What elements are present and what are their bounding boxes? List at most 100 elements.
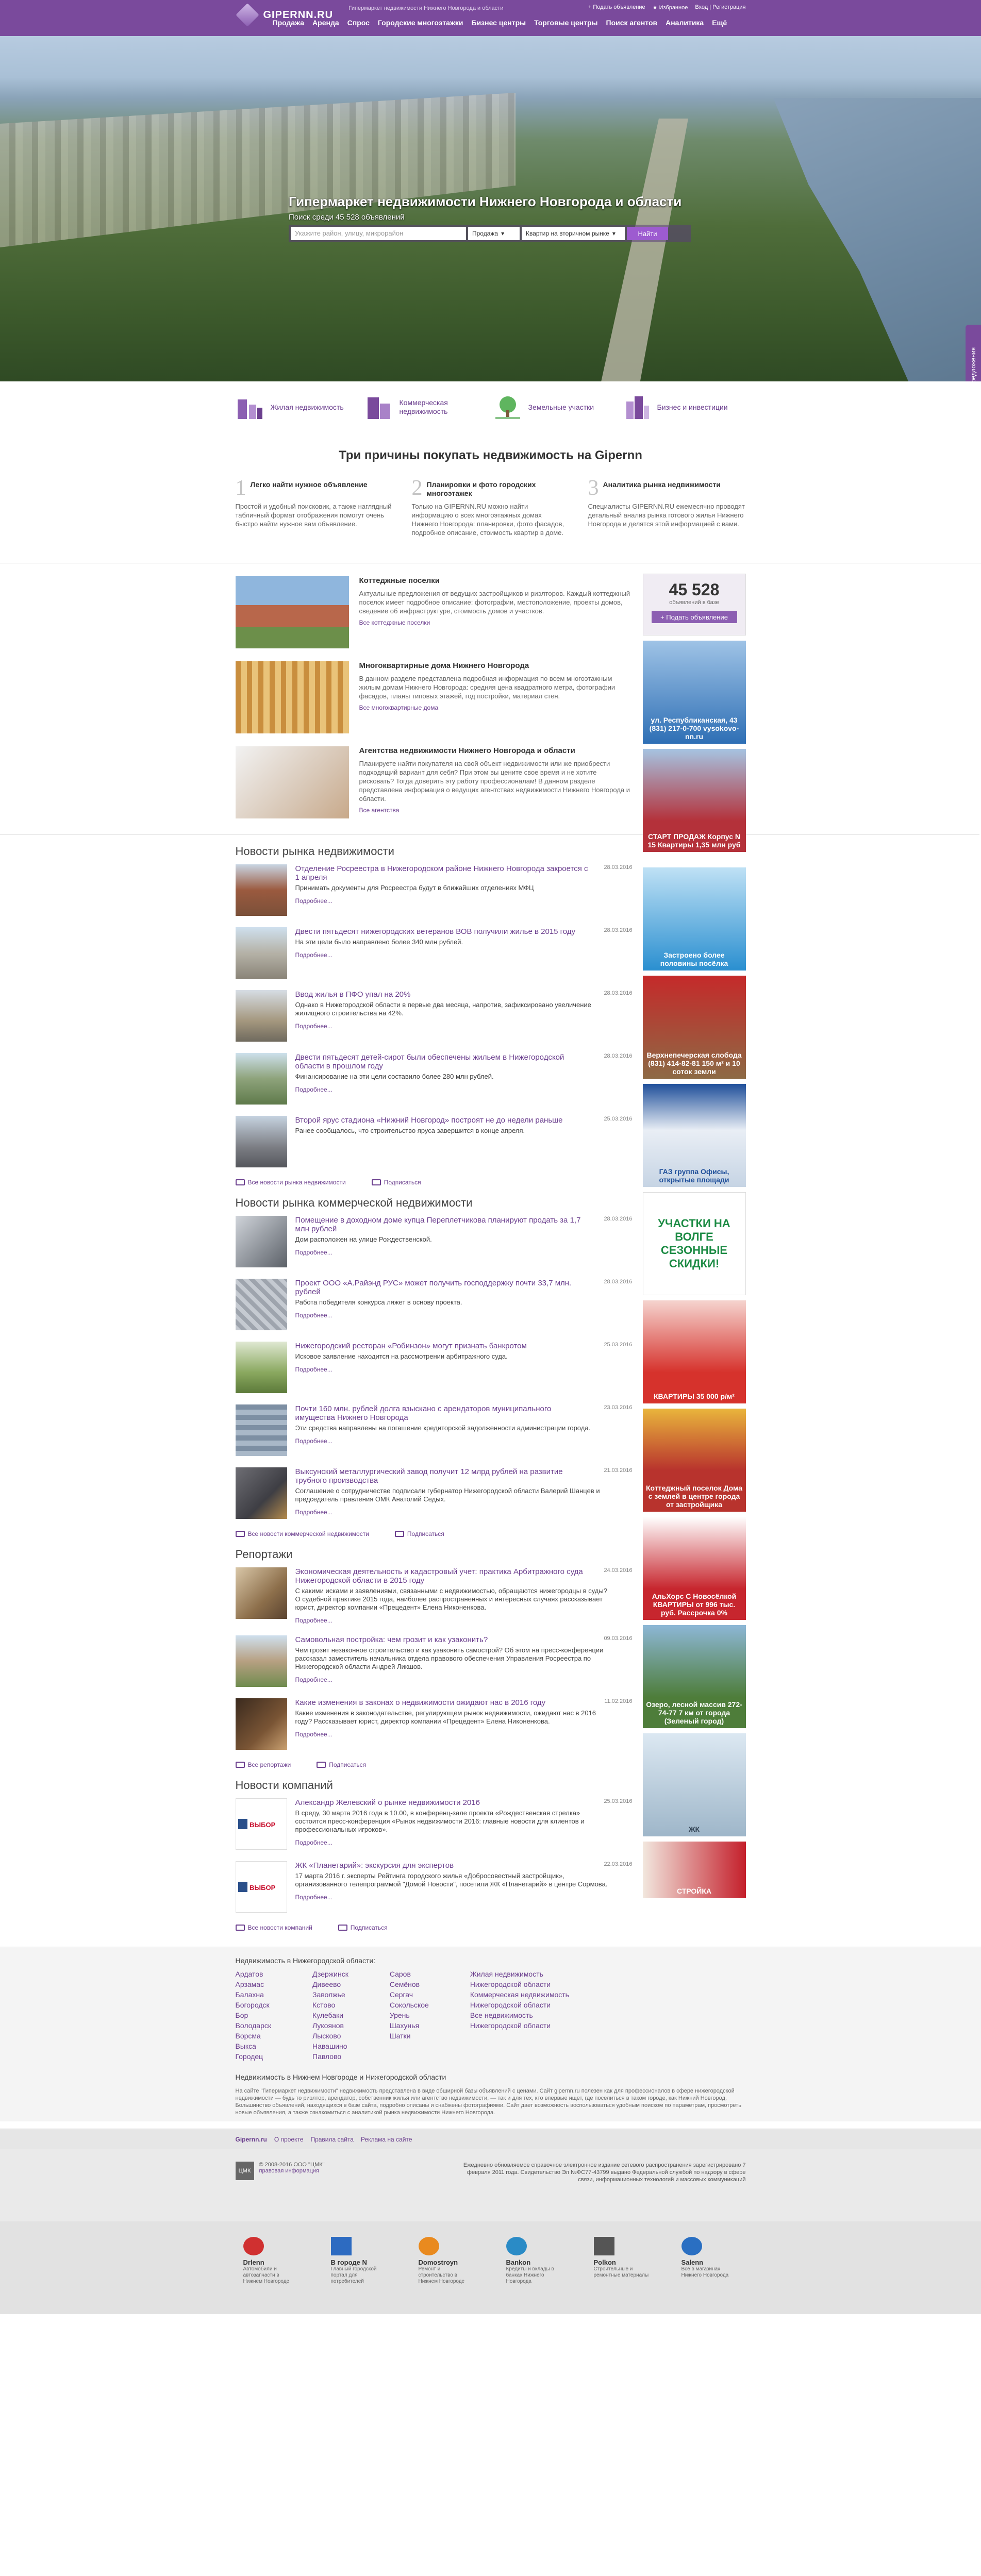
footer-about-link[interactable]: О проекте	[274, 2136, 304, 2143]
subscribe-reports-link[interactable]: Подписаться	[317, 1761, 366, 1768]
city-link[interactable]: Бор	[236, 2010, 272, 2020]
all-market-news-link[interactable]: Все новости рынка недвижимости	[235, 1179, 346, 1186]
ad-banner[interactable]: СТАРТ ПРОДАЖ Корпус N 15 Квартиры 1,35 м…	[642, 749, 746, 852]
report-thumbnail[interactable]	[235, 1698, 287, 1750]
news-thumbnail[interactable]	[235, 1404, 287, 1456]
footer-ads-link[interactable]: Реклама на сайте	[361, 2136, 412, 2143]
partner-item[interactable]: Domostroyn Ремонт и строительство в Нижне…	[418, 2237, 475, 2314]
news-title[interactable]: Проект ООО «А.Райэнд РУС» может получить…	[295, 1279, 633, 1296]
all-company-news-link[interactable]: Все новости компаний	[235, 1924, 312, 1931]
company-news-title[interactable]: ЖК «Планетарий»: экскурсия для экспертов	[295, 1861, 633, 1870]
news-thumbnail[interactable]	[235, 1053, 287, 1105]
city-link[interactable]: Городец	[236, 2051, 272, 2062]
login-link[interactable]: Вход | Регистрация	[695, 4, 745, 11]
nav-item-business-centers[interactable]: Бизнес центры	[472, 19, 526, 27]
add-listing-link[interactable]: + Подать объявление	[588, 4, 645, 11]
city-link[interactable]: Ворсма	[236, 2031, 272, 2041]
property-type-select[interactable]: Квартир на вторичном рынке ▾	[522, 227, 625, 240]
ad-banner[interactable]: Озеро, лесной массив 272-74-77 7 км от г…	[642, 1625, 746, 1728]
search-input[interactable]: Укажите район, улицу, микрорайон	[291, 227, 466, 240]
feature-link[interactable]: Все коттеджные поселки	[359, 618, 633, 627]
category-link[interactable]: Нижегородской области	[470, 1979, 569, 1989]
add-listing-button[interactable]: + Подать объявление	[651, 611, 737, 623]
read-more-link[interactable]: Подробнее...	[295, 1023, 633, 1030]
deal-type-select[interactable]: Продажа ▾	[468, 227, 520, 240]
company-logo[interactable]: ВЫБОР	[235, 1798, 287, 1850]
feedback-tab[interactable]: Отзывы и предложения	[966, 325, 981, 381]
read-more-link[interactable]: Подробнее...	[295, 1731, 633, 1738]
ad-banner[interactable]: УЧАСТКИ НА ВОЛГЕ СЕЗОННЫЕ СКИДКИ!	[642, 1192, 746, 1295]
category-commercial[interactable]: Коммерческая недвижимость	[364, 392, 483, 423]
report-title[interactable]: Какие изменения в законах о недвижимости…	[295, 1698, 633, 1707]
read-more-link[interactable]: Подробнее...	[295, 1312, 633, 1319]
footer-site-link[interactable]: Gipernn.ru	[236, 2136, 267, 2143]
city-link[interactable]: Заволжье	[312, 1989, 348, 2000]
all-reports-link[interactable]: Все репортажи	[235, 1761, 291, 1768]
report-title[interactable]: Самовольная постройка: чем грозит и как …	[295, 1635, 633, 1644]
city-link[interactable]: Кулебаки	[312, 2010, 348, 2020]
ad-banner[interactable]: Верхнепечерская слобода (831) 414-82-81 …	[642, 976, 746, 1079]
read-more-link[interactable]: Подробнее...	[295, 1676, 633, 1683]
news-title[interactable]: Выксунский металлургический завод получи…	[295, 1467, 633, 1485]
category-link[interactable]: Нижегородской области	[470, 2020, 569, 2031]
city-link[interactable]: Лукоянов	[312, 2020, 348, 2031]
city-link[interactable]: Арзамас	[236, 1979, 272, 1989]
news-thumbnail[interactable]	[235, 927, 287, 979]
cottages-photo[interactable]	[235, 576, 349, 648]
city-link[interactable]: Ардатов	[236, 1969, 272, 1979]
ad-banner[interactable]: ул. Республиканская, 43 (831) 217-0-700 …	[642, 641, 746, 744]
read-more-link[interactable]: Подробнее...	[295, 1617, 633, 1624]
category-land[interactable]: Земельные участки	[493, 392, 612, 423]
favorites-link[interactable]: ★ Избранное	[653, 4, 688, 11]
news-title[interactable]: Двести пятьдесят детей-сирот были обеспе…	[295, 1053, 633, 1070]
partner-item[interactable]: Polkon Строительные и ремонтные материалы	[593, 2237, 651, 2314]
nav-item-sale[interactable]: Продажа	[273, 19, 305, 27]
city-link[interactable]: Дзержинск	[312, 1969, 348, 1979]
news-title[interactable]: Ввод жилья в ПФО упал на 20%	[295, 990, 633, 999]
news-title[interactable]: Двести пятьдесят нижегородских ветеранов…	[295, 927, 617, 936]
news-title[interactable]: Второй ярус стадиона «Нижний Новгород» п…	[295, 1116, 604, 1125]
category-link[interactable]: Жилая недвижимость	[470, 1969, 569, 1979]
ad-banner[interactable]: ГАЗ группа Офисы, открытые площади	[642, 1084, 746, 1187]
company-logo[interactable]: ВЫБОР	[235, 1861, 287, 1913]
partner-item[interactable]: Bankon Кредиты и вклады в банках Нижнего …	[506, 2237, 563, 2314]
city-link[interactable]: Дивеево	[312, 1979, 348, 1989]
feature-link[interactable]: Все многоквартирные дома	[359, 704, 633, 712]
city-link[interactable]: Семёнов	[390, 1979, 429, 1989]
city-link[interactable]: Володарск	[236, 2020, 272, 2031]
news-title[interactable]: Почти 160 млн. рублей долга взыскано с а…	[295, 1404, 633, 1422]
search-button[interactable]: Найти	[627, 227, 668, 240]
city-link[interactable]: Сергач	[390, 1989, 429, 2000]
feature-link[interactable]: Все агентства	[359, 806, 633, 815]
read-more-link[interactable]: Подробнее...	[295, 1839, 633, 1846]
read-more-link[interactable]: Подробнее...	[295, 1249, 633, 1256]
read-more-link[interactable]: Подробнее...	[295, 951, 617, 959]
read-more-link[interactable]: Подробнее...	[295, 1894, 633, 1901]
city-link[interactable]: Богородск	[236, 2000, 272, 2010]
city-link[interactable]: Навашино	[312, 2041, 348, 2051]
subscribe-commercial-news-link[interactable]: Подписаться	[394, 1530, 444, 1537]
nav-item-malls[interactable]: Торговые центры	[534, 19, 597, 27]
news-thumbnail[interactable]	[235, 1342, 287, 1393]
feature-title[interactable]: Коттеджные поселки	[359, 576, 633, 585]
partner-item[interactable]: Drlenn Автомобили и автозапчасти в Нижнем…	[243, 2237, 300, 2314]
category-residential[interactable]: Жилая недвижимость	[236, 392, 354, 423]
news-title[interactable]: Помещение в доходном доме купца Переплет…	[295, 1216, 633, 1233]
ad-banner[interactable]: АльХорс С Новосёлкой КВАРТИРЫ от 996 тыс…	[642, 1517, 746, 1620]
read-more-link[interactable]: Подробнее...	[295, 1509, 633, 1516]
read-more-link[interactable]: Подробнее...	[295, 897, 633, 905]
category-link[interactable]: Коммерческая недвижимость	[470, 1989, 569, 2000]
city-link[interactable]: Выкса	[236, 2041, 272, 2051]
partner-item[interactable]: В городе N Главный городской портал для п…	[330, 2237, 388, 2314]
news-thumbnail[interactable]	[235, 990, 287, 1042]
nav-item-rent[interactable]: Аренда	[312, 19, 339, 27]
news-thumbnail[interactable]	[235, 1279, 287, 1330]
nav-item-highrises[interactable]: Городские многоэтажки	[378, 19, 463, 27]
company-news-title[interactable]: Александр Желевский о рынке недвижимости…	[295, 1798, 633, 1807]
footer-rules-link[interactable]: Правила сайта	[310, 2136, 353, 2143]
city-link[interactable]: Лысково	[312, 2031, 348, 2041]
news-title[interactable]: Отделение Росреестра в Нижегородском рай…	[295, 864, 633, 882]
partner-item[interactable]: Salenn Все в магазинах Нижнего Новгорода	[681, 2237, 738, 2314]
city-link[interactable]: Кстово	[312, 2000, 348, 2010]
report-thumbnail[interactable]	[235, 1635, 287, 1687]
